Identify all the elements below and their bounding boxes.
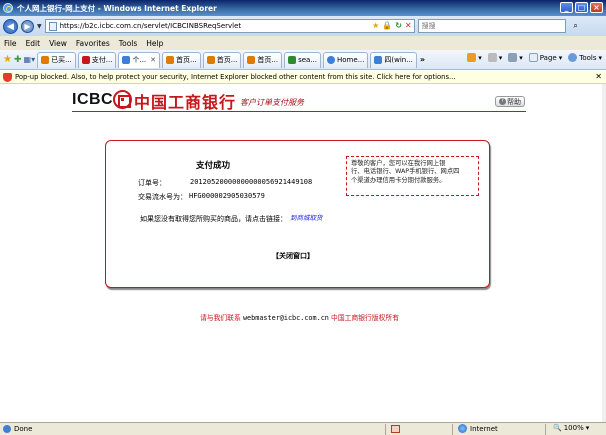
maximize-button[interactable]: □	[575, 2, 588, 13]
tab-6[interactable]: sea...	[284, 51, 322, 68]
tab-0[interactable]: 已买...	[37, 51, 76, 68]
return-to-mall-link[interactable]: 到商城取货	[290, 214, 326, 223]
footer-copyright: 中国工商银行版权所有	[328, 314, 400, 322]
search-field[interactable]	[417, 19, 566, 33]
header-divider	[72, 111, 526, 112]
page-menu-button[interactable]: Page ▾	[528, 53, 562, 62]
installment-notice: 尊敬的客户，您可以在我行网上银 行、电话银行、WAP手机银行、网点四 个渠道办理…	[346, 156, 479, 196]
tab-favicon	[374, 56, 383, 64]
page-status-icon	[3, 425, 11, 433]
refresh-icon[interactable]: ↻	[395, 21, 402, 30]
window-title: 个人网上银行-网上支付 - Windows Internet Explorer	[17, 3, 217, 13]
feeds-icon[interactable]: ▾	[487, 53, 502, 62]
back-button[interactable]: ◀	[3, 18, 18, 34]
bank-name: 中国工商银行	[134, 93, 237, 112]
order-number-value: 20120520000000000056921449108	[190, 178, 313, 186]
tab-7[interactable]: Home...	[323, 51, 369, 68]
info-bar[interactable]: Pop-up blocked. Also, to help protect yo…	[0, 71, 606, 84]
security-zone[interactable]: Internet	[458, 424, 498, 433]
address-bar: ◀ ▶ ▼ ★ 🔒 ↻ ✕ ⌕	[0, 16, 606, 36]
status-text: Done	[14, 425, 33, 433]
print-icon[interactable]: ▾	[508, 53, 523, 62]
status-bar: Done Internet 🔍 100% ▾	[0, 422, 606, 435]
serial-number-label: 交易流水号为：	[138, 193, 187, 201]
footer-contact: 请与我们联系	[200, 314, 243, 322]
globe-icon	[458, 424, 467, 433]
tab-favicon	[166, 56, 175, 64]
ie-icon	[3, 3, 13, 13]
tab-bar: ★ ✚ ▦▾ 已买... 支付... 个... ✕ 首页... 首页... 首页.…	[0, 50, 606, 70]
info-bar-close-icon[interactable]: ✕	[595, 72, 602, 81]
menu-help[interactable]: Help	[146, 39, 163, 48]
zoom-control[interactable]: 🔍 100% ▾	[553, 424, 589, 432]
help-icon: ?	[499, 98, 506, 105]
footer-email-link[interactable]: webmaster@icbc.com.cn	[243, 314, 329, 322]
compat-star-icon[interactable]: ★	[372, 21, 379, 30]
menu-tools[interactable]: Tools	[119, 39, 137, 48]
tools-menu-button[interactable]: Tools ▾	[568, 53, 602, 62]
icbc-wordmark: ICBC	[72, 91, 114, 108]
tab-8[interactable]: 四(win...	[370, 51, 417, 68]
tab-1[interactable]: 支付...	[77, 51, 117, 68]
serial-number-value: HFG000002905030579	[189, 192, 265, 200]
search-input[interactable]	[421, 22, 565, 30]
history-dropdown-icon[interactable]: ▼	[37, 23, 42, 30]
tab-favicon	[41, 56, 50, 64]
minimize-button[interactable]: _	[560, 2, 573, 13]
tab-favicon	[247, 56, 256, 64]
menu-view[interactable]: View	[49, 39, 67, 48]
add-favorites-icon[interactable]: ✚	[14, 55, 22, 65]
footer: 请与我们联系 webmaster@icbc.com.cn 中国工商银行版权所有	[200, 312, 399, 322]
close-button[interactable]: ×	[590, 2, 603, 13]
page-content: ICBC 中国工商银行 客户订单支付服务 支付成功 订单号： 201205200…	[0, 84, 606, 422]
tab-favicon	[288, 56, 297, 64]
url-field[interactable]: ★ 🔒 ↻ ✕	[44, 19, 415, 33]
menu-bar: File Edit View Favorites Tools Help	[0, 36, 606, 50]
home-icon[interactable]: ▾	[467, 53, 482, 62]
popup-blocked-icon	[3, 72, 12, 82]
success-title: 支付成功	[196, 161, 231, 171]
status-divider	[452, 424, 453, 435]
window-controls: _ □ ×	[560, 2, 603, 13]
quick-tabs-icon[interactable]: ▦▾	[24, 55, 36, 64]
order-number-label: 订单号：	[138, 179, 166, 187]
url-input[interactable]	[59, 22, 411, 30]
tab-favicon	[81, 56, 90, 64]
tab-3[interactable]: 首页...	[162, 51, 201, 68]
more-tabs-button[interactable]: »	[420, 55, 425, 64]
forward-button[interactable]: ▶	[21, 19, 34, 33]
tab-favicon	[122, 56, 131, 64]
page-icon	[48, 21, 57, 31]
tab-favicon	[206, 56, 215, 64]
icbc-header: ICBC 中国工商银行 客户订单支付服务	[72, 88, 526, 112]
icbc-logo-icon	[113, 90, 132, 109]
menu-file[interactable]: File	[4, 39, 17, 48]
zoom-icon: 🔍	[553, 424, 562, 432]
status-divider	[545, 424, 546, 435]
favorites-star-icon[interactable]: ★	[3, 54, 12, 65]
status-divider	[385, 424, 386, 435]
notice-line: 行、电话银行、WAP手机银行、网点四	[351, 168, 460, 176]
window-title-bar: 个人网上银行-网上支付 - Windows Internet Explorer …	[0, 0, 606, 16]
vertical-scrollbar[interactable]	[602, 84, 606, 422]
service-title: 客户订单支付服务	[240, 98, 304, 107]
tab-2-active[interactable]: 个... ✕	[118, 51, 161, 68]
tab-5[interactable]: 首页...	[243, 51, 283, 68]
lock-icon[interactable]: 🔒	[382, 21, 392, 30]
tab-favicon	[327, 56, 336, 64]
notice-line: 个渠道办理信用卡分期付款服务。	[351, 176, 446, 184]
stop-icon[interactable]: ✕	[405, 21, 412, 30]
payment-result-panel: 支付成功 订单号： 20120520000000000056921449108 …	[105, 140, 490, 288]
menu-edit[interactable]: Edit	[26, 39, 41, 48]
tab-close-icon[interactable]: ✕	[150, 56, 156, 64]
search-icon[interactable]: ⌕	[569, 19, 583, 33]
help-button[interactable]: ? 帮助	[495, 96, 525, 107]
popup-blocker-icon[interactable]	[391, 425, 400, 433]
tab-4[interactable]: 首页...	[202, 51, 242, 68]
return-instruction: 如果您没有取得您所购买的商品，请点击链接：	[140, 215, 287, 223]
chevron-down-icon: ▾	[585, 424, 590, 432]
menu-favorites[interactable]: Favorites	[76, 39, 110, 48]
info-bar-text: Pop-up blocked. Also, to help protect yo…	[15, 73, 456, 81]
close-window-button[interactable]: 【关闭窗口】	[272, 251, 314, 261]
